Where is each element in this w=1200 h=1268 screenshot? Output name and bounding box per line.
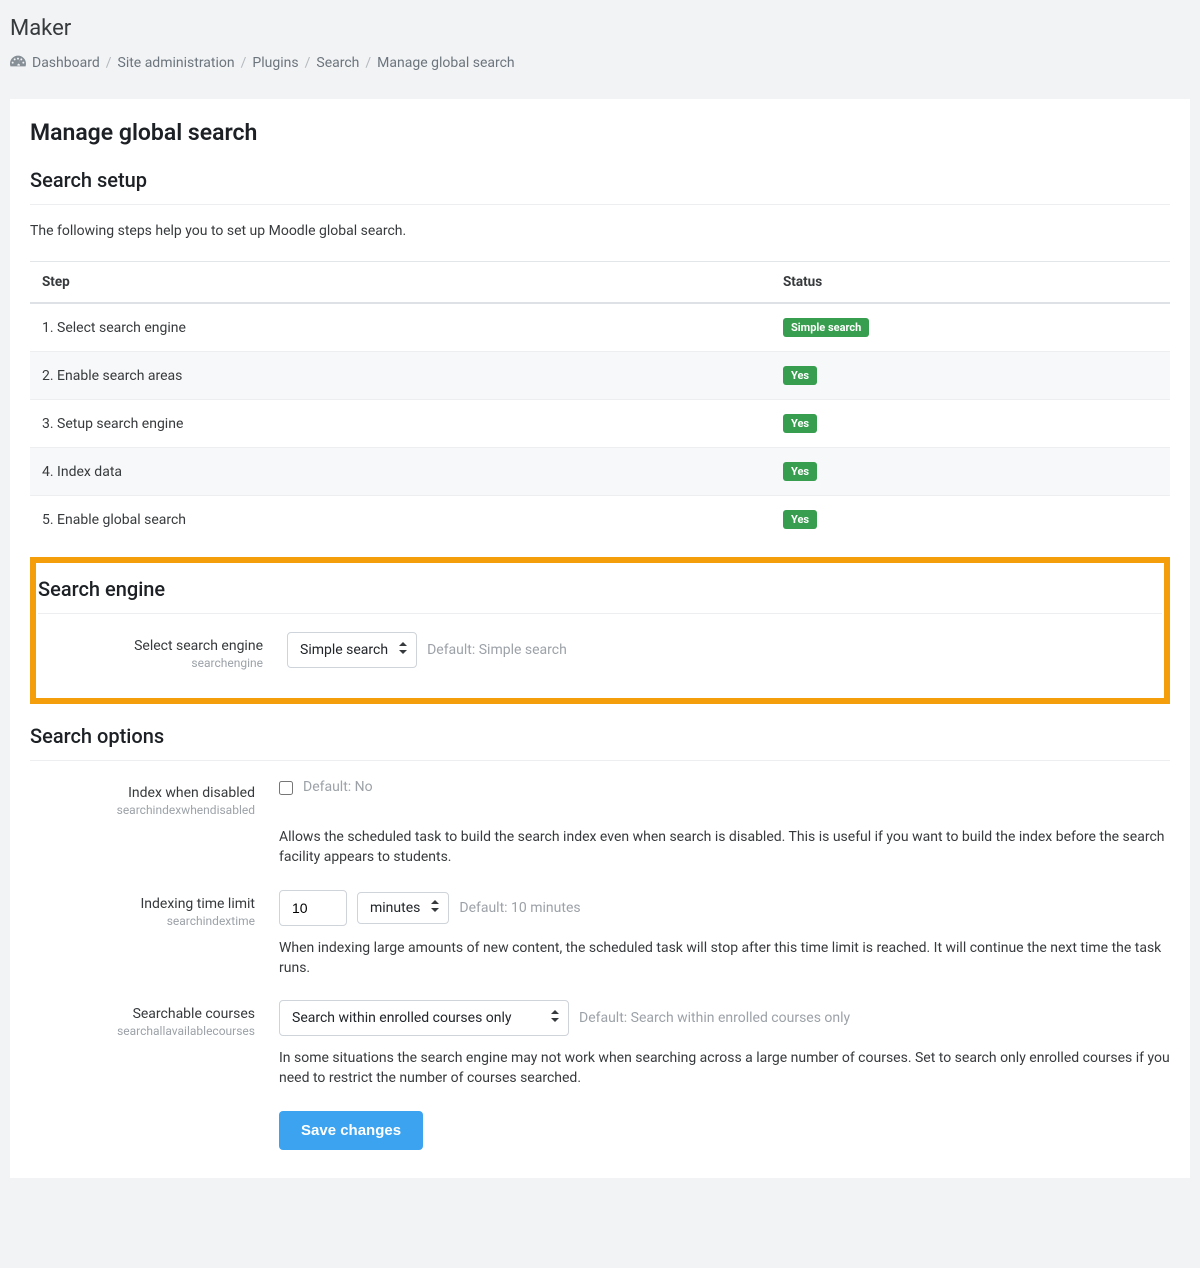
- search-engine-default: Default: Simple search: [427, 642, 567, 658]
- select-value: Search within enrolled courses only: [292, 1010, 512, 1026]
- status-badge: Simple search: [783, 318, 869, 337]
- breadcrumb-item[interactable]: Dashboard: [32, 55, 100, 71]
- save-changes-button[interactable]: Save changes: [279, 1111, 423, 1150]
- search-setup-intro: The following steps help you to set up M…: [30, 223, 1170, 239]
- table-row: 1. Select search engine Simple search: [30, 303, 1170, 352]
- steps-table: Step Status 1. Select search engine Simp…: [30, 261, 1170, 543]
- status-badge: Yes: [783, 366, 817, 385]
- time-limit-input[interactable]: [279, 890, 347, 926]
- site-title: Maker: [10, 16, 1190, 41]
- page-title: Manage global search: [30, 119, 1170, 146]
- table-row: 4. Index data Yes: [30, 448, 1170, 496]
- chevron-updown-icon: [431, 900, 439, 916]
- index-disabled-help: Allows the scheduled task to build the s…: [279, 827, 1170, 868]
- index-disabled-default: Default: No: [303, 779, 373, 795]
- search-engine-row: Select search engine searchengine Simple…: [38, 632, 1162, 670]
- time-limit-help: When indexing large amounts of new conte…: [279, 938, 1170, 979]
- section-search-options-title: Search options: [30, 724, 1170, 748]
- search-engine-id: searchengine: [38, 656, 263, 670]
- searchable-courses-help: In some situations the search engine may…: [279, 1048, 1170, 1089]
- divider: [30, 760, 1170, 761]
- dashboard-icon: [10, 55, 26, 71]
- breadcrumb-item[interactable]: Plugins: [252, 55, 298, 71]
- time-limit-id: searchindextime: [30, 914, 255, 928]
- status-badge: Yes: [783, 462, 817, 481]
- breadcrumb-item[interactable]: Search: [316, 55, 359, 71]
- table-row: 2. Enable search areas Yes: [30, 352, 1170, 400]
- time-limit-unit-select[interactable]: minutes: [357, 892, 449, 924]
- step-cell: 5. Enable global search: [30, 496, 771, 544]
- breadcrumb-separator: /: [305, 55, 311, 71]
- breadcrumb-item[interactable]: Site administration: [118, 55, 235, 71]
- chevron-updown-icon: [551, 1010, 559, 1026]
- index-disabled-label: Index when disabled: [30, 785, 255, 801]
- status-badge: Yes: [783, 510, 817, 529]
- step-cell: 1. Select search engine: [30, 303, 771, 352]
- searchable-courses-row: Searchable courses searchallavailablecou…: [30, 1000, 1170, 1038]
- status-badge: Yes: [783, 414, 817, 433]
- index-disabled-checkbox[interactable]: [279, 781, 293, 795]
- time-limit-row: Indexing time limit searchindextime minu…: [30, 890, 1170, 928]
- breadcrumb-separator: /: [241, 55, 247, 71]
- table-header-status: Status: [771, 262, 1170, 304]
- section-search-setup-title: Search setup: [30, 168, 1170, 192]
- searchable-courses-select[interactable]: Search within enrolled courses only: [279, 1000, 569, 1036]
- divider: [38, 613, 1162, 614]
- step-cell: 3. Setup search engine: [30, 400, 771, 448]
- breadcrumb-separator: /: [365, 55, 371, 71]
- table-row: 5. Enable global search Yes: [30, 496, 1170, 544]
- index-disabled-row: Index when disabled searchindexwhendisab…: [30, 779, 1170, 817]
- select-value: Simple search: [300, 642, 388, 658]
- table-header-step: Step: [30, 262, 771, 304]
- search-engine-highlight: Search engine Select search engine searc…: [30, 557, 1170, 704]
- time-limit-label: Indexing time limit: [30, 896, 255, 912]
- index-disabled-id: searchindexwhendisabled: [30, 803, 255, 817]
- select-value: minutes: [370, 900, 420, 916]
- breadcrumb-current: Manage global search: [377, 55, 514, 71]
- table-row: 3. Setup search engine Yes: [30, 400, 1170, 448]
- step-cell: 2. Enable search areas: [30, 352, 771, 400]
- breadcrumb: Dashboard / Site administration / Plugin…: [10, 55, 1190, 71]
- section-search-engine-title: Search engine: [38, 577, 1162, 601]
- search-engine-select[interactable]: Simple search: [287, 632, 417, 668]
- breadcrumb-separator: /: [106, 55, 112, 71]
- main-card: Manage global search Search setup The fo…: [10, 99, 1190, 1178]
- divider: [30, 204, 1170, 205]
- search-engine-label: Select search engine: [38, 638, 263, 654]
- chevron-updown-icon: [399, 642, 407, 658]
- searchable-courses-label: Searchable courses: [30, 1006, 255, 1022]
- searchable-courses-id: searchallavailablecourses: [30, 1024, 255, 1038]
- time-limit-default: Default: 10 minutes: [459, 900, 580, 916]
- step-cell: 4. Index data: [30, 448, 771, 496]
- searchable-courses-default: Default: Search within enrolled courses …: [579, 1010, 850, 1026]
